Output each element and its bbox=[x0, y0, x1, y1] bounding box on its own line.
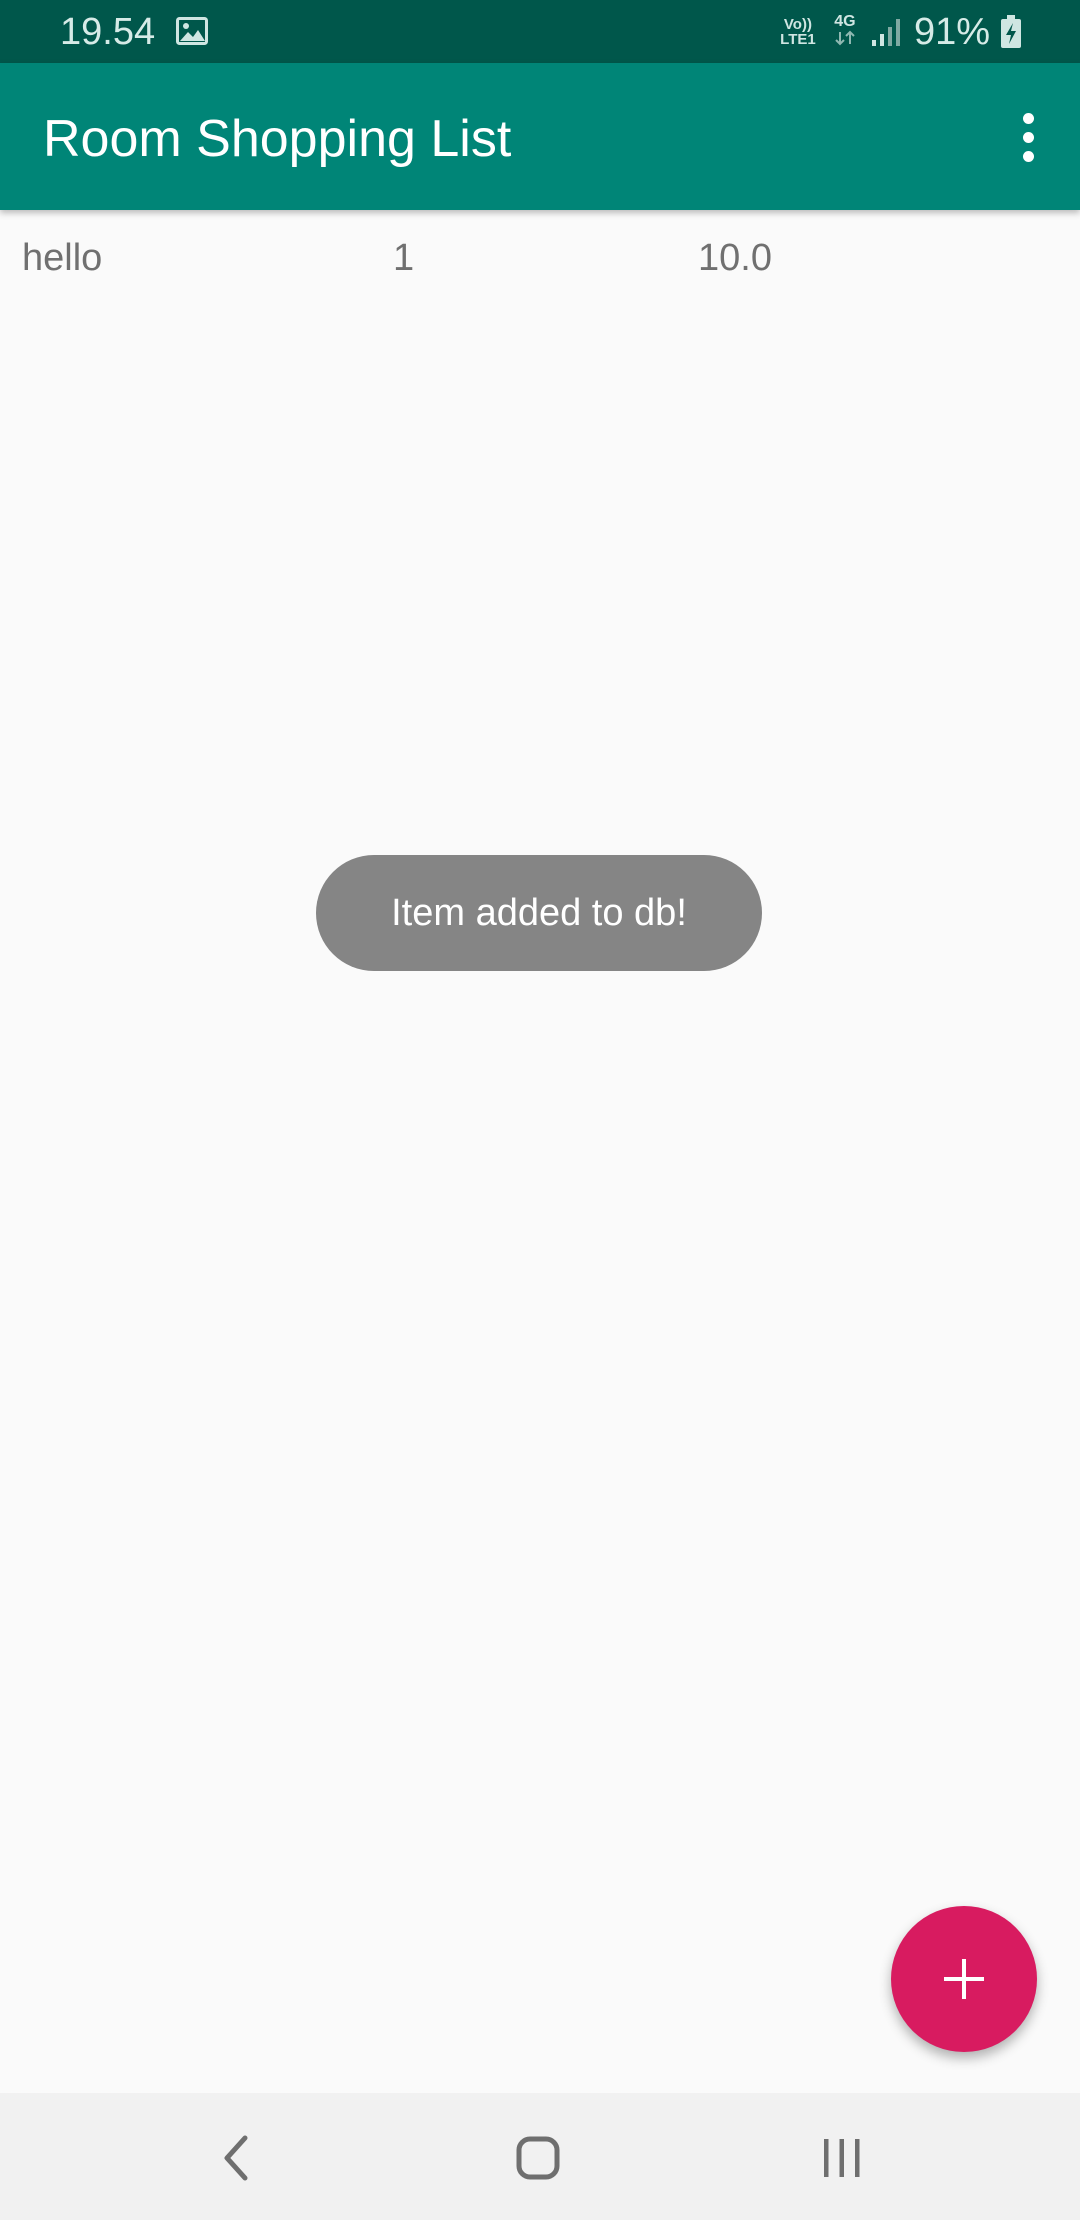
home-button[interactable] bbox=[503, 2123, 573, 2193]
toast-text: Item added to db! bbox=[391, 891, 687, 934]
battery-charging-icon bbox=[1001, 15, 1021, 48]
recents-icon bbox=[824, 2139, 860, 2177]
app-bar: Room Shopping List bbox=[0, 63, 1080, 210]
navigation-bar bbox=[0, 2093, 1080, 2220]
more-vert-icon[interactable] bbox=[1000, 101, 1056, 173]
list-item[interactable]: hello 1 10.0 bbox=[0, 210, 1080, 310]
data-arrows-icon bbox=[835, 30, 855, 46]
item-name: hello bbox=[22, 237, 103, 279]
back-chevron-icon bbox=[224, 2135, 248, 2181]
screen: 19.54 Vo)) LTE1 4G 91% Room Shopping Lis… bbox=[0, 0, 1080, 2220]
plus-icon bbox=[944, 1959, 984, 1999]
add-item-button[interactable] bbox=[891, 1906, 1037, 2052]
battery-percent: 91% bbox=[913, 11, 990, 53]
app-title: Room Shopping List bbox=[43, 110, 512, 168]
recents-button[interactable] bbox=[807, 2123, 877, 2193]
home-icon bbox=[516, 2136, 560, 2180]
signal-icon bbox=[871, 19, 900, 46]
toast-message: Item added to db! bbox=[316, 855, 762, 971]
volte-indicator: Vo)) LTE1 bbox=[780, 16, 816, 48]
image-icon bbox=[176, 17, 208, 45]
network-indicator: 4G bbox=[830, 14, 860, 50]
back-button[interactable] bbox=[202, 2123, 272, 2193]
shopping-list: hello 1 10.0 bbox=[0, 210, 1080, 310]
status-bar: 19.54 Vo)) LTE1 4G 91% bbox=[0, 0, 1080, 63]
item-price: 10.0 bbox=[698, 237, 772, 279]
item-quantity: 1 bbox=[393, 237, 415, 279]
status-time: 19.54 bbox=[60, 11, 156, 53]
status-indicators: Vo)) LTE1 4G 91% bbox=[776, 8, 1022, 56]
